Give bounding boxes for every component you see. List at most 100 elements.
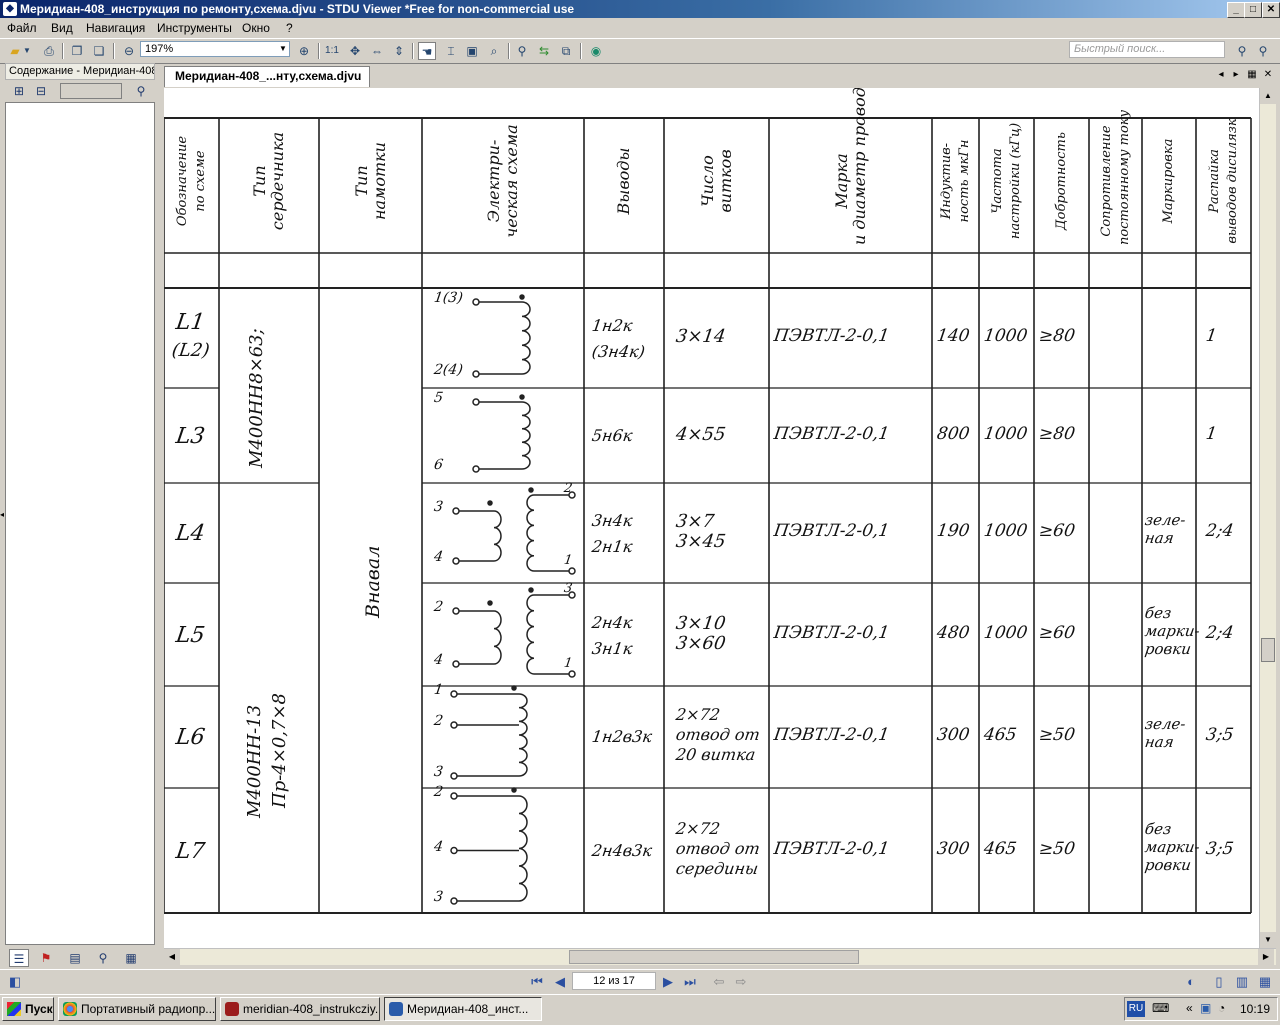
export-icon[interactable]: ❏ [90, 42, 108, 60]
contents-tree[interactable] [5, 102, 155, 945]
horizontal-scroll-thumb[interactable] [569, 950, 859, 964]
search-tab-icon[interactable]: ⚲ [93, 949, 113, 967]
start-button[interactable]: Пуск [2, 997, 54, 1021]
panel-splitter-icon[interactable]: ◂ [0, 510, 4, 519]
expand-icon[interactable]: ⊞ [9, 82, 29, 100]
tray-expand-icon[interactable]: « [1186, 1001, 1193, 1015]
two-page-icon[interactable]: ▥ [1233, 973, 1251, 991]
toggle-panel-icon[interactable]: ◧ [6, 973, 24, 991]
row-id-3: L5 [174, 622, 207, 648]
turns-4-1: отвод от [674, 725, 762, 744]
network-icon[interactable]: ▣ [1200, 1001, 1211, 1015]
taskbar-item-archive[interactable]: meridian-408_instrukcziy... [220, 997, 380, 1021]
scroll-up-icon[interactable]: ▲ [1260, 88, 1276, 104]
menu-help[interactable]: ? [286, 21, 293, 35]
tab-list-icon[interactable]: ▦ [1246, 68, 1258, 82]
document-tab[interactable]: Меридиан-408_...нту,схема.djvu [164, 66, 370, 87]
turns-4-0: 2×72 [674, 705, 722, 724]
keyboard-icon[interactable]: ⌨ [1152, 1001, 1169, 1015]
contents-filter-input[interactable] [60, 83, 122, 99]
actual-size-button[interactable]: 1:1 [323, 42, 341, 60]
minimize-button[interactable]: _ [1227, 2, 1245, 18]
search-icon[interactable]: ⚲ [1233, 42, 1251, 60]
row-id-5: L7 [174, 838, 207, 864]
volume-icon[interactable]: ◔ [1218, 1001, 1225, 1015]
text-select-icon[interactable]: ⌶ [442, 42, 460, 60]
first-page-icon[interactable]: ⏮ [528, 973, 546, 991]
print-icon[interactable]: ⎙ [40, 42, 58, 60]
language-indicator[interactable]: RU [1127, 1001, 1145, 1017]
chevron-down-icon[interactable]: ▼ [278, 43, 288, 55]
find-next-icon[interactable]: ⇆ [535, 42, 553, 60]
marking-2-0: зеле- [1143, 511, 1187, 529]
menu-tools[interactable]: Инструменты [157, 21, 232, 35]
fit-width-icon[interactable]: ⇔ [368, 42, 386, 60]
grid-view-icon[interactable]: ▦ [1256, 973, 1274, 991]
taskbar-item-viewer[interactable]: Меридиан-408_инст... [384, 997, 542, 1021]
single-page-icon[interactable]: ▯ [1210, 973, 1228, 991]
page-number-input[interactable]: 12 из 17 [572, 972, 656, 990]
search-options-icon[interactable]: ⚲ [1254, 42, 1272, 60]
turns-5-1: отвод от [674, 838, 762, 858]
tab-next-icon[interactable]: ▸ [1230, 68, 1242, 82]
zoom-in-icon[interactable]: ⊕ [295, 42, 313, 60]
scroll-left-icon[interactable]: ◀ [164, 949, 180, 965]
vertical-scroll-thumb[interactable] [1261, 638, 1275, 662]
zoom-out-icon[interactable]: ⊖ [120, 42, 138, 60]
find-icon[interactable]: ⚲ [513, 42, 531, 60]
image-select-icon[interactable]: ▣ [463, 42, 481, 60]
pin-4-2: 3 [432, 764, 445, 780]
last-page-icon[interactable]: ⏭ [681, 973, 699, 991]
history-forward-icon[interactable]: ⇨ [732, 973, 750, 991]
zoom-value: 197% [145, 43, 174, 55]
hand-tool-icon[interactable]: ☚ [418, 42, 436, 60]
prev-page-icon[interactable]: ◀ [551, 973, 569, 991]
scroll-down-icon[interactable]: ▼ [1260, 932, 1276, 948]
copy-page-icon[interactable]: ❐ [68, 42, 86, 60]
menu-navigation[interactable]: Навигация [86, 21, 145, 35]
bookmarks-tab-icon[interactable]: ⚑ [36, 949, 56, 967]
web-icon[interactable]: ◉ [587, 42, 605, 60]
menu-window[interactable]: Окно [242, 21, 270, 35]
header-10: Сопротивление постоянному току [1098, 109, 1132, 245]
wire-5: ПЭВТЛ-2-0,1 [772, 838, 891, 859]
header-5: Число витков [697, 149, 735, 213]
zoom-select[interactable]: 197% ▼ [140, 41, 290, 57]
tab-prev-icon[interactable]: ◂ [1215, 68, 1227, 82]
fit-height-icon[interactable]: ⇕ [390, 42, 408, 60]
collapse-icon[interactable]: ⊟ [31, 82, 51, 100]
marking-3-2: ровки [1143, 639, 1193, 658]
pin-3-0: 2 [432, 599, 445, 615]
thumbnails-tab-icon[interactable]: ▤ [65, 949, 85, 967]
pin-2-1: 4 [432, 549, 445, 565]
fit-page-icon[interactable]: ✥ [346, 42, 364, 60]
core-type-l4-l7-size: Пр-4×0,7×8 [269, 693, 290, 808]
vertical-scrollbar[interactable]: ▲ ▼ [1259, 88, 1276, 948]
taskbar-item-browser[interactable]: Портативный радиопр... [58, 997, 216, 1021]
next-page-icon[interactable]: ▶ [659, 973, 677, 991]
pinout-0: 1 [1204, 326, 1219, 346]
history-back-icon[interactable]: ⇦ [710, 973, 728, 991]
close-button[interactable]: ✕ [1262, 2, 1280, 18]
quick-search-input[interactable]: Быстрый поиск... [1069, 41, 1225, 58]
menu-view[interactable]: Вид [51, 21, 73, 35]
tab-close-icon[interactable]: ✕ [1262, 68, 1274, 82]
header-7: Индуктив-ность мкГн [938, 139, 972, 223]
pin-2-2: 2 [562, 481, 574, 496]
open-dropdown-icon[interactable]: ▼ [22, 42, 32, 60]
zoom-area-icon[interactable]: ⌕ [485, 42, 503, 60]
search-contents-icon[interactable]: ⚲ [131, 82, 151, 100]
contents-tab-icon[interactable]: ☰ [9, 949, 29, 967]
notes-tab-icon[interactable]: ▦ [121, 949, 141, 967]
leads-2-1: 2н1к [590, 537, 634, 556]
display-settings-icon[interactable]: ◐ [1182, 973, 1200, 991]
document-viewer[interactable]: Обозначение по схеме Тип сердечника Тип намот… [164, 88, 1259, 948]
header-1: Тип сердечника [250, 131, 287, 231]
horizontal-scrollbar[interactable]: ◀ ▶ [164, 948, 1276, 965]
menu-file[interactable]: Файл [7, 21, 37, 35]
maximize-button[interactable]: □ [1244, 2, 1262, 18]
scroll-right-icon[interactable]: ▶ [1258, 949, 1274, 965]
copy-icon[interactable]: ⧉ [557, 42, 575, 60]
header-2: Тип намотки [351, 142, 389, 221]
frequency-0: 1000 [982, 326, 1029, 346]
